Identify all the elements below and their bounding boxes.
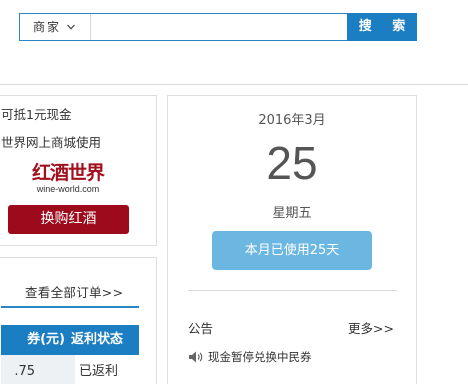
orders-table-header: 券(元) 返利状态	[1, 325, 139, 355]
divider	[188, 290, 397, 291]
redeem-wine-button[interactable]: 换购红酒	[8, 205, 129, 234]
search-bar: 商家 搜 索	[19, 13, 417, 41]
calendar-day: 25	[266, 137, 318, 189]
promo-text-line1: 可抵1元现金	[1, 107, 72, 122]
wine-world-logo[interactable]: 红酒世界 wine-world.com	[28, 162, 108, 196]
promo-text-line2: 世界网上商城使用	[1, 135, 102, 150]
logo-chinese-text: 红酒世界	[31, 162, 105, 184]
search-type-select[interactable]: 商家	[20, 14, 91, 40]
view-all-orders-link[interactable]: 查看全部订单>>	[25, 282, 123, 301]
calendar-weekday: 星期五	[272, 206, 312, 221]
promo-card: 可抵1元现金 世界网上商城使用 红酒世界 wine-world.com 换购红酒	[0, 95, 157, 246]
days-used-button[interactable]: 本月已使用25天	[212, 231, 372, 270]
logo-domain-text: wine-world.com	[36, 184, 100, 194]
table-row: .75 已返利	[1, 355, 139, 384]
search-input[interactable]	[92, 14, 347, 40]
chevron-down-icon	[67, 24, 75, 30]
tab-underline	[1, 306, 139, 308]
search-button[interactable]: 搜 索	[347, 13, 417, 41]
orders-card: 查看全部订单>> 券(元) 返利状态 .75 已返利	[0, 257, 157, 384]
cell-amount-bg: .75	[1, 355, 75, 384]
notice-item[interactable]: 现金暂停兑换中民券	[188, 349, 312, 365]
column-header-amount: 券(元)	[27, 332, 65, 347]
speaker-icon	[189, 351, 203, 363]
cell-amount: .75	[14, 364, 35, 379]
notice-item-text: 现金暂停兑换中民券	[208, 350, 312, 364]
calendar-card: 2016年3月 25 星期五 本月已使用25天 公告 更多>> 现金暂停兑换中民…	[167, 95, 417, 384]
search-type-label: 商家	[33, 20, 62, 34]
column-header-status: 返利状态	[71, 332, 124, 347]
notice-more-link[interactable]: 更多>>	[348, 318, 394, 337]
calendar-month: 2016年3月	[258, 113, 326, 128]
cell-status: 已返利	[79, 364, 119, 379]
notice-title: 公告	[188, 321, 214, 336]
divider	[0, 84, 468, 85]
